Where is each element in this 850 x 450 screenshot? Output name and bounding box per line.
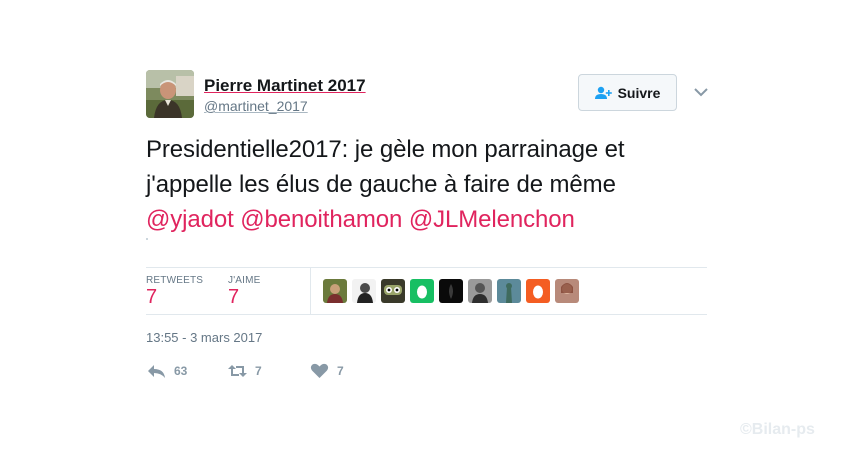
author-avatar[interactable] <box>146 70 194 118</box>
divider-dot <box>146 238 148 240</box>
retweet-button[interactable]: 7 <box>228 362 262 380</box>
heart-icon <box>310 363 329 378</box>
reply-icon <box>148 365 165 378</box>
liker-avatar[interactable] <box>381 279 405 303</box>
add-user-icon <box>594 86 612 99</box>
reply-count: 63 <box>174 364 188 378</box>
liker-avatar-egg[interactable] <box>410 279 434 303</box>
author-name[interactable]: Pierre Martinet 2017 <box>204 76 366 96</box>
retweets-label: RETWEETS <box>146 275 204 286</box>
liker-avatar[interactable] <box>439 279 463 303</box>
liker-avatar[interactable] <box>555 279 579 303</box>
mention-link[interactable]: @yjadot <box>146 206 234 233</box>
mention-link[interactable]: @JLMelenchon <box>409 206 575 233</box>
reply-button[interactable]: 63 <box>147 362 187 380</box>
follow-button[interactable]: Suivre <box>578 74 677 111</box>
like-button[interactable]: 7 <box>310 362 344 380</box>
likes-label: J'AIME <box>228 275 261 286</box>
tweet-timestamp[interactable]: 13:55 - 3 mars 2017 <box>146 330 262 345</box>
likes-count[interactable]: 7 <box>228 286 239 309</box>
tweet-text: Presidentielle2017: je gèle mon parraina… <box>146 132 716 237</box>
tweet-mentions: @yjadot @benoithamon @JLMelenchon <box>146 202 716 237</box>
retweets-count[interactable]: 7 <box>146 286 157 309</box>
divider <box>146 267 707 268</box>
tweet-line-1: Presidentielle2017: je gèle mon parraina… <box>146 136 625 163</box>
tweet-line-2: j'appelle les élus de gauche à faire de … <box>146 171 616 198</box>
watermark: ©Bilan-ps <box>740 421 815 438</box>
author-handle[interactable]: @martinet_2017 <box>204 98 308 114</box>
author-avatar-image <box>146 70 194 118</box>
liker-avatar[interactable] <box>497 279 521 303</box>
like-count: 7 <box>337 364 344 378</box>
retweet-icon <box>228 365 247 377</box>
mention-link[interactable]: @benoithamon <box>240 206 402 233</box>
chevron-down-icon[interactable] <box>693 86 709 98</box>
follow-button-label: Suivre <box>617 84 661 101</box>
liker-avatar[interactable] <box>468 279 492 303</box>
divider <box>146 314 707 315</box>
liker-avatar[interactable] <box>323 279 347 303</box>
divider <box>310 268 311 314</box>
retweet-count: 7 <box>255 364 262 378</box>
liker-avatar[interactable] <box>352 279 376 303</box>
liker-avatar-egg[interactable] <box>526 279 550 303</box>
liker-avatars <box>323 279 579 303</box>
